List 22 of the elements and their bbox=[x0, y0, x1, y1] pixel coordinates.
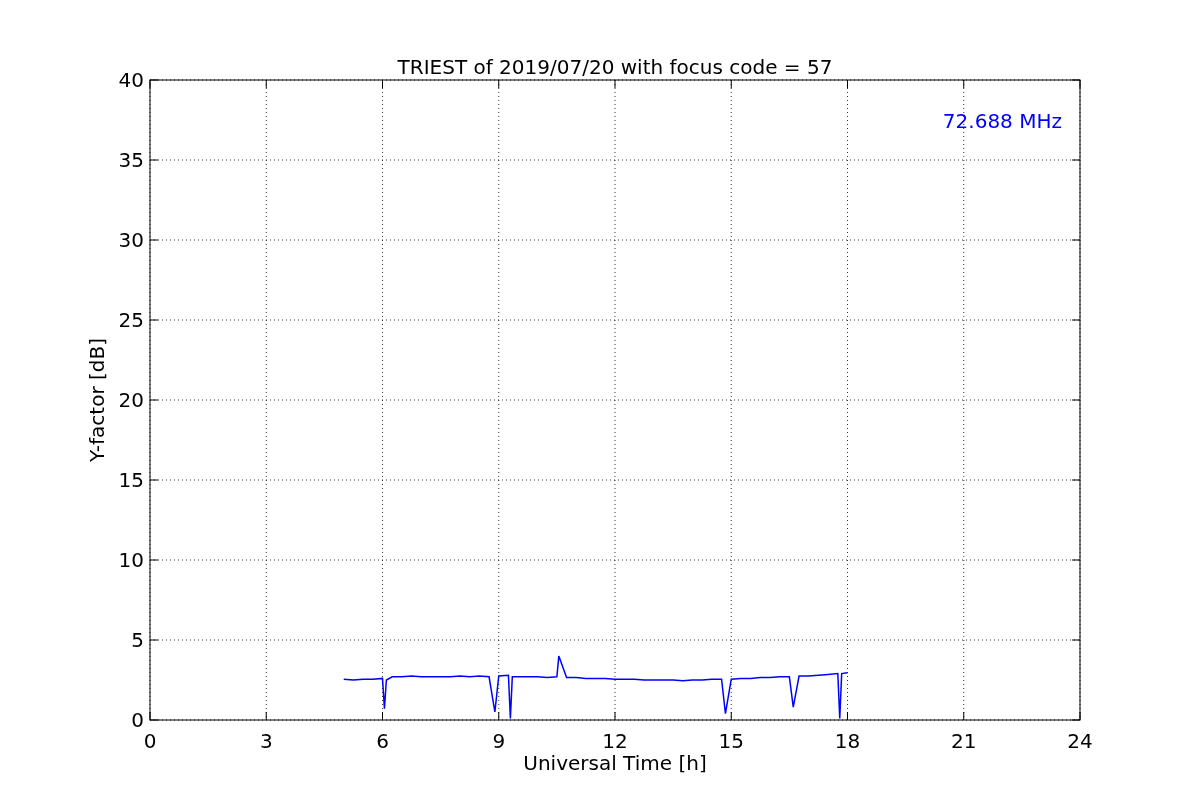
tick-label: 6 bbox=[376, 729, 389, 753]
x-axis-label: Universal Time [h] bbox=[523, 751, 707, 775]
tick-label: 40 bbox=[118, 68, 144, 92]
tick-label: 20 bbox=[118, 388, 144, 412]
chart-title: TRIEST of 2019/07/20 with focus code = 57 bbox=[397, 55, 833, 79]
tick-label: 12 bbox=[602, 729, 628, 753]
tick-label: 30 bbox=[118, 228, 144, 252]
tick-label: 18 bbox=[834, 729, 861, 753]
tick-label: 24 bbox=[1067, 729, 1093, 753]
tick-label: 0 bbox=[131, 708, 144, 732]
y-axis-label: Y-factor [dB] bbox=[85, 338, 109, 462]
tick-label: 15 bbox=[118, 468, 144, 492]
tick-label: 21 bbox=[951, 729, 977, 753]
tick-label: 3 bbox=[259, 729, 273, 753]
tick-label: 15 bbox=[718, 729, 744, 753]
tick-label: 25 bbox=[118, 308, 144, 332]
tick-label: 10 bbox=[118, 548, 144, 572]
tick-label: 5 bbox=[131, 628, 144, 652]
series-label: 72.688 MHz bbox=[942, 109, 1062, 133]
tick-label: 35 bbox=[118, 148, 144, 172]
tick-label: 0 bbox=[143, 729, 157, 753]
tick-label: 9 bbox=[492, 729, 506, 753]
